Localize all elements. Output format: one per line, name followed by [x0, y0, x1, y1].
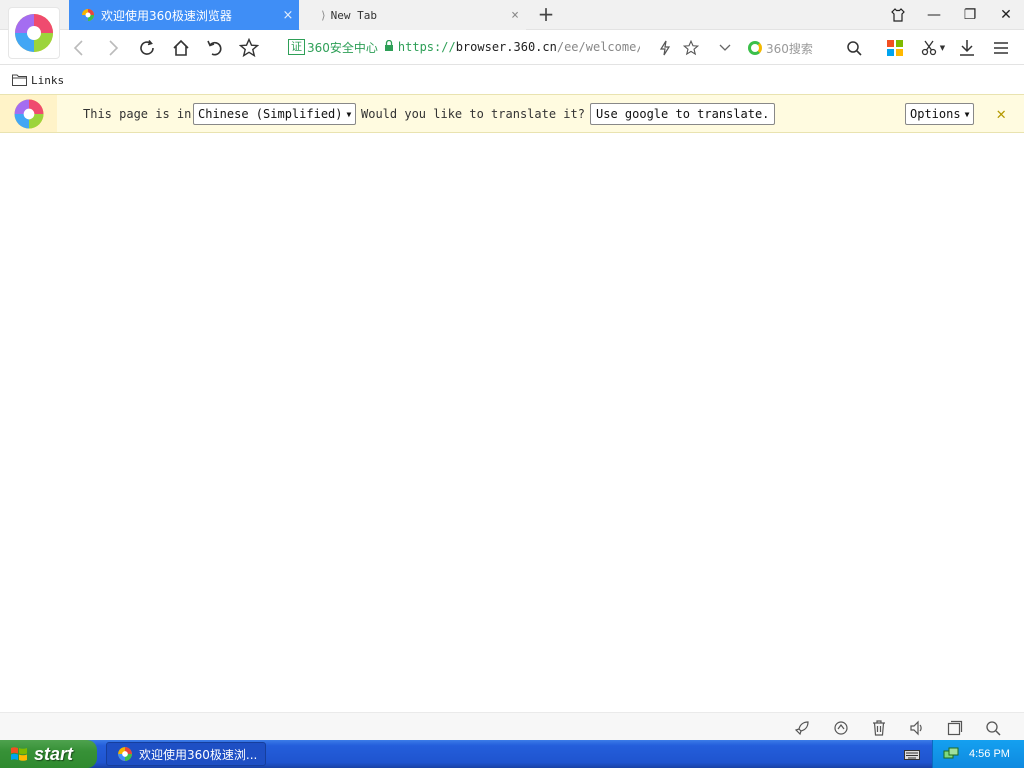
url-scheme: https://: [397, 40, 456, 54]
dropdown-caret-icon: ▼: [964, 109, 970, 119]
lock-icon: [384, 39, 394, 54]
clock[interactable]: 4:56 PM: [969, 748, 1010, 760]
apps-grid-icon[interactable]: [884, 37, 906, 59]
page-icon: ⟩: [320, 8, 327, 22]
minimize-button[interactable]: —: [916, 0, 952, 30]
infobar-logo: [0, 95, 57, 132]
refresh-cleanup-icon[interactable]: [832, 719, 850, 737]
keyboard-icon[interactable]: [904, 747, 920, 761]
360-browser-icon: [82, 9, 94, 21]
search-icon[interactable]: [843, 37, 865, 59]
forward-icon[interactable]: [102, 37, 124, 59]
rocket-icon[interactable]: [793, 719, 811, 737]
skin-icon[interactable]: [880, 0, 916, 30]
restore-button[interactable]: ❐: [952, 0, 988, 30]
cert-name[interactable]: 360安全中心: [307, 39, 378, 56]
tab-title: New Tab: [330, 8, 377, 22]
navigation-toolbar: 证 360安全中心 https://browser.360.cn/ee/welc…: [0, 30, 1024, 65]
windows-flag-icon: [11, 747, 27, 761]
window-icon[interactable]: [946, 719, 964, 737]
close-infobar-icon[interactable]: ✕: [996, 104, 1006, 123]
tab-title: 欢迎使用360极速浏览器: [101, 8, 232, 23]
tab-close-icon[interactable]: ×: [504, 8, 526, 23]
screenshot-scissors-icon[interactable]: ▼: [916, 37, 950, 59]
taskbar: start 欢迎使用360极速浏... 4:56 PM: [0, 740, 1024, 768]
options-button[interactable]: Options ▼: [905, 103, 975, 125]
translate-question: Would you like to translate it?: [361, 107, 585, 121]
network-icon[interactable]: [943, 746, 959, 762]
tab-new-tab[interactable]: ⟩ New Tab ×: [300, 0, 526, 30]
bookmark-label: Links: [31, 73, 65, 87]
360-logo: [8, 7, 60, 59]
bookmark-folder-links[interactable]: Links: [12, 74, 64, 87]
url-path: /ee/welcome/: [556, 40, 640, 54]
360-browser-icon: [118, 747, 132, 761]
close-window-button[interactable]: ✕: [988, 0, 1024, 30]
page-content: [0, 134, 1024, 712]
url-host: browser.360.cn: [455, 40, 557, 54]
start-button[interactable]: start: [0, 740, 97, 768]
tab-welcome[interactable]: 欢迎使用360极速浏览器 ×: [69, 0, 299, 30]
speed-mode-icon[interactable]: [654, 37, 676, 59]
options-label: Options: [910, 107, 961, 121]
dropdown-caret-icon: ▼: [346, 109, 352, 119]
360-search-icon: [748, 41, 762, 55]
system-tray: 4:56 PM: [932, 740, 1024, 768]
cert-badge[interactable]: 证: [288, 39, 305, 55]
taskbar-item-label: 欢迎使用360极速浏...: [139, 747, 258, 762]
address-bar[interactable]: 证 360安全中心 https://browser.360.cn/ee/welc…: [288, 35, 704, 59]
download-icon[interactable]: [956, 37, 978, 59]
new-tab-button[interactable]: +: [536, 4, 556, 25]
menu-icon[interactable]: [990, 37, 1012, 59]
translate-prefix: This page is in: [83, 107, 192, 121]
translate-button[interactable]: Use google to translate.: [590, 103, 776, 125]
search-placeholder: 360搜索: [766, 41, 813, 56]
trash-icon[interactable]: [870, 719, 888, 737]
taskbar-item-browser[interactable]: 欢迎使用360极速浏...: [106, 742, 266, 766]
tab-close-icon[interactable]: ×: [277, 8, 299, 23]
start-label: start: [34, 743, 74, 764]
360-logo-icon: [15, 14, 53, 52]
language-select[interactable]: Chinese (Simplified) ▼: [193, 103, 357, 125]
chevron-down-icon[interactable]: [714, 37, 736, 59]
undo-close-icon[interactable]: [204, 37, 226, 59]
status-bar: [0, 712, 1024, 740]
favorites-star-icon[interactable]: [238, 37, 260, 59]
volume-icon[interactable]: [908, 719, 926, 737]
url-text[interactable]: https://browser.360.cn/ee/welcome/: [398, 40, 640, 54]
bookmarks-bar: Links: [0, 66, 1024, 94]
translate-infobar: This page is in Chinese (Simplified) ▼ W…: [0, 94, 1024, 133]
language-value: Chinese (Simplified): [198, 107, 343, 121]
zoom-icon[interactable]: [984, 719, 1002, 737]
tab-strip: 欢迎使用360极速浏览器 × ⟩ New Tab × + — ❐ ✕: [0, 0, 1024, 30]
back-icon[interactable]: [68, 37, 90, 59]
bookmark-star-icon[interactable]: [680, 37, 702, 59]
folder-icon: [12, 74, 27, 86]
360-logo-icon: [14, 99, 43, 128]
reload-icon[interactable]: [136, 37, 158, 59]
home-icon[interactable]: [170, 37, 192, 59]
